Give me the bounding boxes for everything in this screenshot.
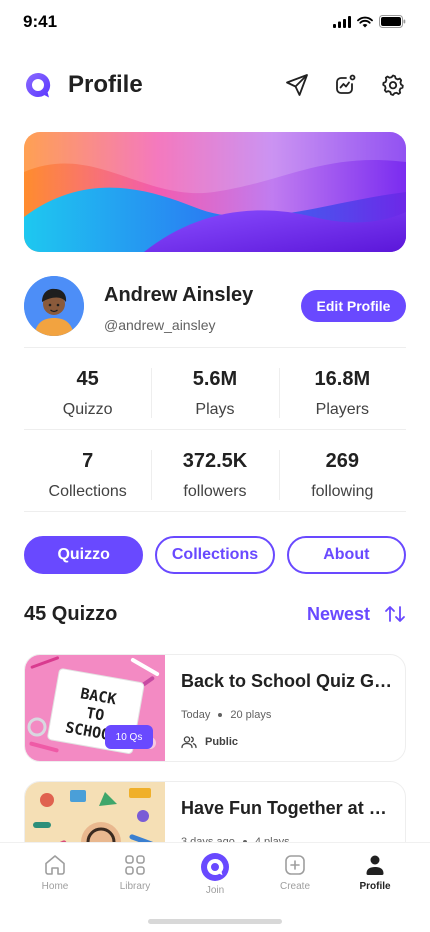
header-actions (284, 72, 406, 98)
stat-value: 16.8M (314, 367, 371, 390)
sort-label: Newest (306, 603, 370, 624)
stat-label: Players (315, 400, 369, 418)
divider (24, 429, 406, 430)
settings-button[interactable] (380, 72, 406, 98)
quiz-title: Back to School Quiz Game (181, 671, 395, 691)
quiz-meta: Today 20 plays (181, 709, 271, 721)
stat-quizzo[interactable]: 45 Quizzo (24, 358, 151, 428)
tab-collections[interactable]: Collections (155, 536, 275, 574)
stat-value: 5.6M (192, 367, 238, 390)
stat-label: following (311, 482, 374, 500)
nav-label: Home (41, 881, 69, 892)
stats-row-secondary: 7 Collections 372.5K followers 269 follo… (24, 440, 406, 510)
profile-summary: Andrew Ainsley @andrew_ainsley Edit Prof… (24, 276, 406, 338)
stat-players[interactable]: 16.8M Players (278, 358, 406, 428)
profile-banner (24, 132, 406, 252)
banner-art (24, 132, 406, 252)
user-handle: @andrew_ainsley (104, 317, 216, 333)
section-header: 45 Quizzo Newest (24, 600, 406, 628)
quiz-date: Today (181, 709, 211, 721)
nav-home[interactable]: Home (15, 853, 95, 899)
stat-label: Quizzo (62, 400, 113, 418)
page-title: Profile (68, 71, 143, 98)
stat-label: Collections (48, 482, 127, 500)
people-icon (181, 736, 197, 749)
divider (24, 511, 406, 512)
gear-icon (382, 74, 404, 96)
nav-label: Profile (359, 881, 391, 892)
create-icon (285, 855, 305, 875)
stat-followers[interactable]: 372.5K followers (151, 440, 278, 510)
stat-value: 45 (76, 367, 99, 390)
status-icons (333, 15, 406, 28)
nav-profile[interactable]: Profile (335, 853, 415, 899)
sort-button[interactable]: Newest (307, 604, 406, 625)
wifi-icon (357, 16, 373, 27)
activity-chart-icon (336, 74, 356, 94)
nav-label: Library (119, 881, 151, 892)
visibility-label: Public (205, 736, 239, 748)
quiz-thumbnail: BACK TO SCHOOL 10 Qs (25, 655, 165, 761)
section-title: 45 Quizzo (24, 602, 118, 625)
send-button[interactable] (284, 72, 310, 98)
stat-plays[interactable]: 5.6M Plays (151, 358, 278, 428)
avatar-illustration (24, 276, 84, 336)
battery-icon (379, 15, 406, 28)
home-indicator (148, 919, 282, 924)
stat-value: 7 (82, 449, 94, 472)
nav-create[interactable]: Create (255, 853, 335, 899)
profile-tabs: Quizzo Collections About (24, 536, 406, 574)
sort-icon (385, 606, 405, 622)
stat-label: followers (183, 482, 247, 500)
signal-icon (333, 15, 351, 28)
quiz-visibility: Public (181, 735, 238, 749)
app-logo-icon (26, 72, 51, 98)
nav-library[interactable]: Library (95, 853, 175, 899)
quiz-card[interactable]: BACK TO SCHOOL 10 Qs Back to School Quiz… (24, 654, 406, 762)
home-icon (45, 855, 65, 875)
send-icon (286, 74, 308, 96)
stats-row-primary: 45 Quizzo 5.6M Plays 16.8M Players (24, 358, 406, 428)
quiz-title: Have Fun Together at School (181, 798, 395, 818)
edit-profile-button[interactable]: Edit Profile (301, 290, 406, 322)
stat-value: 372.5K (182, 449, 248, 472)
divider (24, 347, 406, 348)
question-count-badge: 10 Qs (105, 725, 153, 749)
status-bar: 9:41 (0, 0, 430, 44)
stat-value: 269 (325, 449, 359, 472)
tab-quizzo[interactable]: Quizzo (24, 536, 144, 574)
status-time: 9:41 (23, 12, 58, 31)
quiz-plays: 20 plays (230, 709, 272, 721)
join-icon (201, 853, 229, 881)
bottom-navigation: Home Library Join Create Profile (0, 842, 430, 932)
stat-label: Plays (195, 400, 235, 418)
avatar[interactable] (24, 276, 84, 336)
user-name: Andrew Ainsley (104, 284, 254, 306)
nav-label: Join (205, 885, 225, 896)
meta-separator (218, 713, 223, 717)
nav-join[interactable]: Join (175, 853, 255, 899)
tab-about[interactable]: About (286, 536, 406, 574)
statistics-button[interactable] (332, 72, 358, 98)
header: Profile (24, 66, 406, 104)
stat-following[interactable]: 269 following (278, 440, 406, 510)
library-icon (125, 855, 145, 875)
profile-icon (366, 855, 384, 875)
stat-collections[interactable]: 7 Collections (24, 440, 151, 510)
nav-label: Create (279, 881, 310, 892)
